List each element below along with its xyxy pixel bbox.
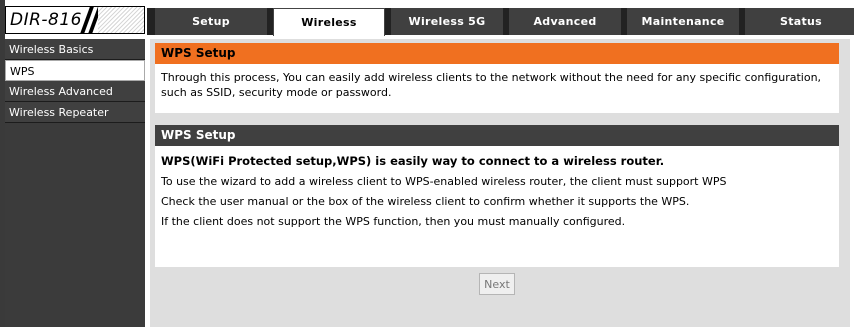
wps-setup-heading: WPS(WiFi Protected setup,WPS) is easily … <box>161 154 665 168</box>
tab-status[interactable]: Status <box>745 8 854 35</box>
tab-maintenance[interactable]: Maintenance <box>627 8 739 35</box>
main-content: WPS Setup Through this process, You can … <box>150 39 850 327</box>
tab-setup[interactable]: Setup <box>155 8 267 35</box>
wps-setup-panel: WPS Setup WPS(WiFi Protected setup,WPS) … <box>155 125 839 267</box>
sidebar-item-wireless-basics[interactable]: Wireless Basics <box>5 39 145 60</box>
sidebar-item-wps[interactable]: WPS <box>5 60 145 81</box>
wps-info-line: Check the user manual or the box of the … <box>161 195 690 208</box>
tab-wireless-5g[interactable]: Wireless 5G <box>391 8 503 35</box>
tab-advanced[interactable]: Advanced <box>509 8 621 35</box>
wps-setup-header: WPS Setup <box>155 125 839 146</box>
top-nav-tabs: Setup Wireless Wireless 5G Advanced Main… <box>155 8 854 36</box>
sidebar-item-wireless-advanced[interactable]: Wireless Advanced <box>5 81 145 102</box>
wps-intro-panel: WPS Setup Through this process, You can … <box>155 43 839 113</box>
sidebar-item-wireless-repeater[interactable]: Wireless Repeater <box>5 102 145 123</box>
model-name: DIR-816 <box>10 10 82 30</box>
wps-info-line: To use the wizard to add a wireless clie… <box>161 175 727 188</box>
tab-wireless[interactable]: Wireless <box>273 8 385 36</box>
wps-info-line: If the client does not support the WPS f… <box>161 215 626 228</box>
sidebar: Wireless Basics WPS Wireless Advanced Wi… <box>5 39 145 327</box>
logo-hatch-decoration <box>98 7 144 33</box>
dlink-logo: DIR-816 <box>5 6 145 34</box>
wps-intro-header: WPS Setup <box>155 43 839 64</box>
next-button[interactable]: Next <box>479 273 515 295</box>
wps-intro-text: Through this process, You can easily add… <box>161 71 822 99</box>
